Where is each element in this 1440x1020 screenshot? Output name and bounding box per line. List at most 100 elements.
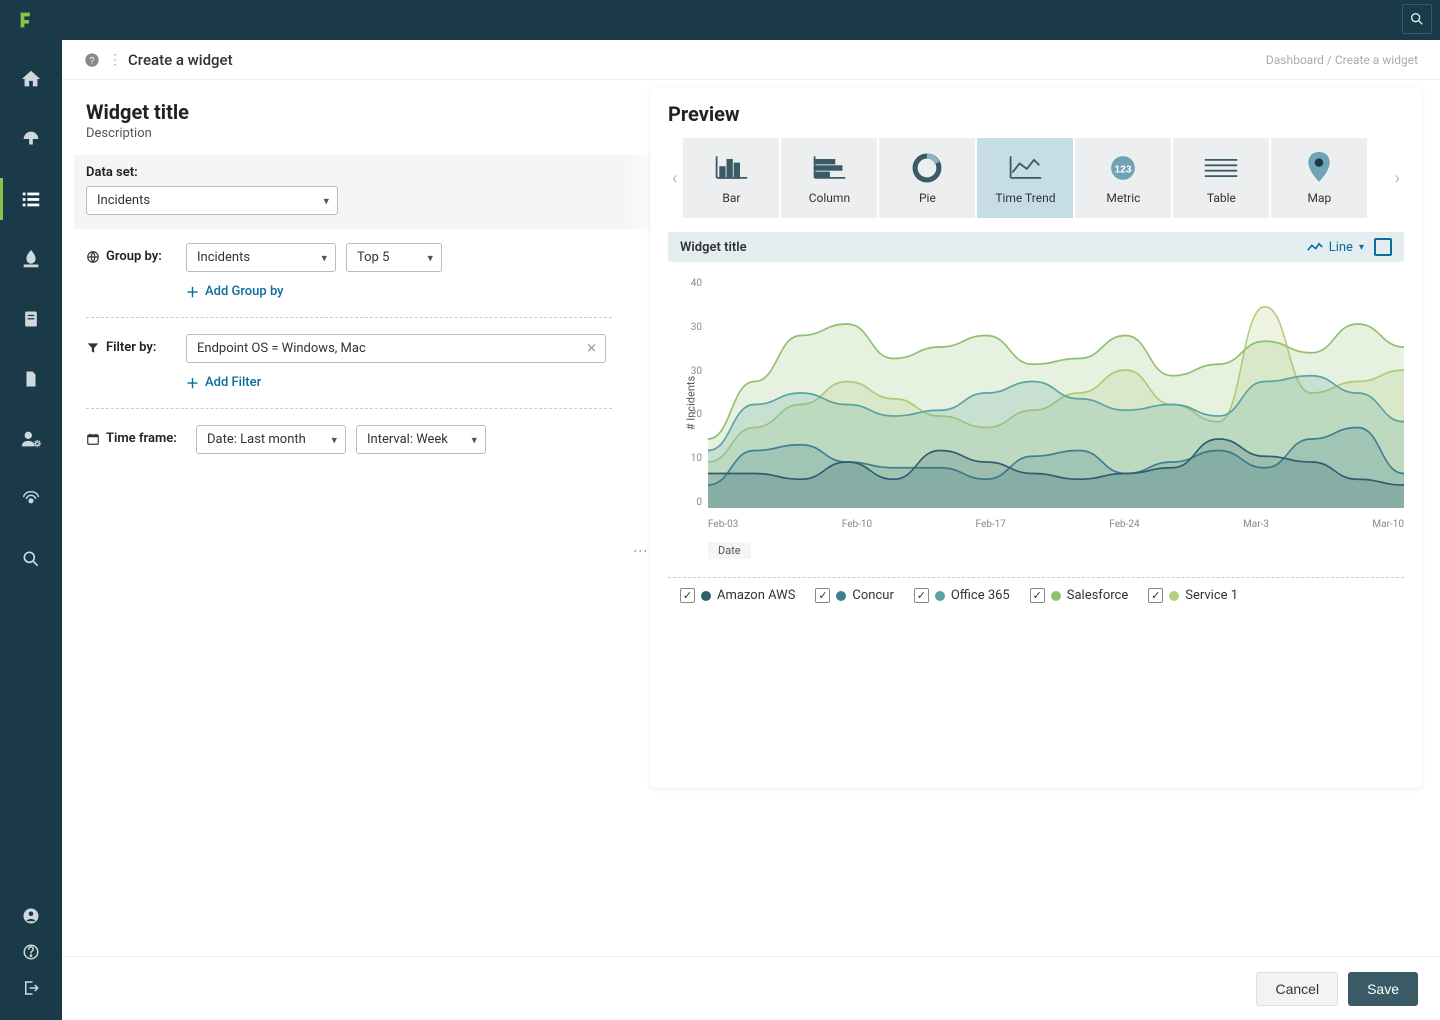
chart-title: Widget title (680, 240, 747, 255)
expand-chart-button[interactable] (1374, 238, 1392, 256)
timeframe-interval-select[interactable]: Interval: Week ▾ (356, 425, 486, 454)
filterby-label: Filter by: (86, 334, 176, 355)
y-axis-ticks: 40303020100 (682, 278, 702, 508)
widget-title-heading: Widget title (86, 100, 612, 124)
nav-home[interactable] (0, 58, 62, 100)
preview-heading: Preview (668, 102, 1404, 126)
nav-account[interactable] (0, 902, 62, 930)
nav-logout[interactable] (0, 974, 62, 1002)
global-search-button[interactable] (1402, 4, 1432, 34)
chart-legend: ✓Amazon AWS✓Concur✓Office 365✓Salesforce… (668, 588, 1404, 603)
legend-checkbox[interactable]: ✓ (1148, 588, 1163, 603)
preview-wrap: Preview ‹ Bar Column Pie (632, 80, 1440, 1020)
timeframe-row: Time frame: Date: Last month ▾ Interval:… (86, 425, 612, 454)
legend-checkbox[interactable]: ✓ (815, 588, 830, 603)
dataset-select[interactable]: Incidents ▾ (86, 186, 338, 215)
chart-type-pie[interactable]: Pie (879, 138, 975, 218)
nav-user-settings[interactable] (0, 418, 62, 460)
divider (86, 317, 612, 318)
legend-checkbox[interactable]: ✓ (914, 588, 929, 603)
chart-style-toggle[interactable]: Line ▾ (1307, 240, 1364, 255)
main-area: ? ⋮ Create a widget Dashboard / Create a… (62, 40, 1440, 1020)
legend-checkbox[interactable]: ✓ (680, 588, 695, 603)
chart-type-bar[interactable]: Bar (683, 138, 779, 218)
config-panel: Widget title Description Data set: Incid… (62, 80, 632, 1020)
breadcrumb: Dashboard / Create a widget (1266, 53, 1418, 67)
filter-input[interactable]: Endpoint OS = Windows, Mac ✕ (186, 334, 606, 363)
metric-icon: 123 (1106, 151, 1140, 185)
legend-label: Office 365 (951, 588, 1010, 603)
nav-identity[interactable] (0, 478, 62, 520)
legend-color-dot (1169, 591, 1179, 601)
chart-type-metric[interactable]: 123 Metric (1075, 138, 1171, 218)
page-header: ? ⋮ Create a widget Dashboard / Create a… (62, 40, 1440, 80)
chart-header: Widget title Line ▾ (668, 232, 1404, 262)
nav-documents[interactable] (0, 358, 62, 400)
breadcrumb-dashboard[interactable]: Dashboard (1266, 53, 1324, 67)
timeframe-date-select[interactable]: Date: Last month ▾ (196, 425, 346, 454)
timeframe-label: Time frame: (86, 425, 186, 446)
legend-item: ✓ Concur (815, 588, 893, 603)
chart-type-time-trend[interactable]: Time Trend (977, 138, 1073, 218)
x-axis-ticks: Feb-03Feb-10Feb-17Feb-24Mar-3Mar-10 (708, 519, 1404, 530)
legend-item: ✓Salesforce (1030, 588, 1128, 603)
chevron-down-icon: ▾ (471, 433, 477, 446)
legend-color-dot (836, 591, 846, 601)
save-button[interactable]: Save (1348, 972, 1418, 1006)
groupby-row: Group by: Incidents ▾ Top 5 ▾ (86, 243, 612, 301)
dataset-label: Data set: (86, 165, 612, 180)
divider (86, 408, 612, 409)
plus-icon: ＋ (186, 373, 199, 392)
groupby-top-select[interactable]: Top 5 ▾ (346, 243, 442, 272)
time-trend-icon (1007, 151, 1043, 185)
nav-help[interactable] (0, 938, 62, 966)
nav-reports[interactable] (0, 298, 62, 340)
dataset-section: Data set: Incidents ▾ (74, 155, 624, 229)
add-filter-link[interactable]: ＋ Add Filter (186, 373, 606, 392)
table-icon (1203, 151, 1239, 185)
page-title: Create a widget (128, 51, 233, 69)
filterby-row: Filter by: Endpoint OS = Windows, Mac ✕ … (86, 334, 612, 392)
chart-type-map[interactable]: Map (1271, 138, 1367, 218)
nav-dashboard[interactable] (0, 118, 62, 160)
divider (668, 577, 1404, 578)
app-logo (8, 0, 48, 40)
pie-chart-icon (910, 151, 944, 185)
preview-panel: Preview ‹ Bar Column Pie (650, 88, 1422, 788)
legend-label: Service 1 (1185, 588, 1238, 603)
chevron-down-icon: ▾ (331, 433, 337, 446)
footer-actions: Cancel Save (62, 956, 1440, 1020)
chart-types-prev[interactable]: ‹ (668, 168, 681, 189)
legend-item: ✓ Office 365 (914, 588, 1010, 603)
help-icon[interactable]: ? (84, 52, 100, 68)
legend-checkbox[interactable]: ✓ (1030, 588, 1045, 603)
column-chart-icon (811, 151, 847, 185)
nav-incidents[interactable] (0, 238, 62, 280)
chart-type-table[interactable]: Table (1173, 138, 1269, 218)
chevron-down-icon: ▾ (321, 251, 327, 264)
chevron-down-icon: ▾ (1359, 242, 1364, 253)
drag-handle-icon[interactable]: ⋮ (108, 52, 120, 68)
top-bar (0, 0, 1440, 40)
chart-plot (708, 278, 1404, 508)
svg-text:?: ? (89, 55, 94, 65)
chart-type-column[interactable]: Column (781, 138, 877, 218)
chevron-down-icon: ▾ (323, 194, 329, 207)
cancel-button[interactable]: Cancel (1256, 972, 1338, 1006)
plus-icon: ＋ (186, 282, 199, 301)
panel-splitter[interactable]: ⋮ (632, 544, 648, 556)
svg-text:123: 123 (1115, 164, 1132, 175)
clear-filter-icon[interactable]: ✕ (586, 341, 597, 356)
legend-color-dot (1051, 591, 1061, 601)
legend-color-dot (935, 591, 945, 601)
nav-list[interactable] (0, 178, 62, 220)
chart-type-selector: ‹ Bar Column Pie Time T (668, 138, 1404, 218)
groupby-select[interactable]: Incidents ▾ (186, 243, 336, 272)
chart-area: # Incidents 40303020100 Feb-03Feb-10Feb-… (668, 268, 1404, 538)
nav-search[interactable] (0, 538, 62, 580)
legend-item: ✓Amazon AWS (680, 588, 795, 603)
legend-label: Concur (852, 588, 893, 603)
add-groupby-link[interactable]: ＋ Add Group by (186, 282, 442, 301)
groupby-label: Group by: (86, 243, 176, 264)
chart-types-next[interactable]: › (1391, 168, 1404, 189)
